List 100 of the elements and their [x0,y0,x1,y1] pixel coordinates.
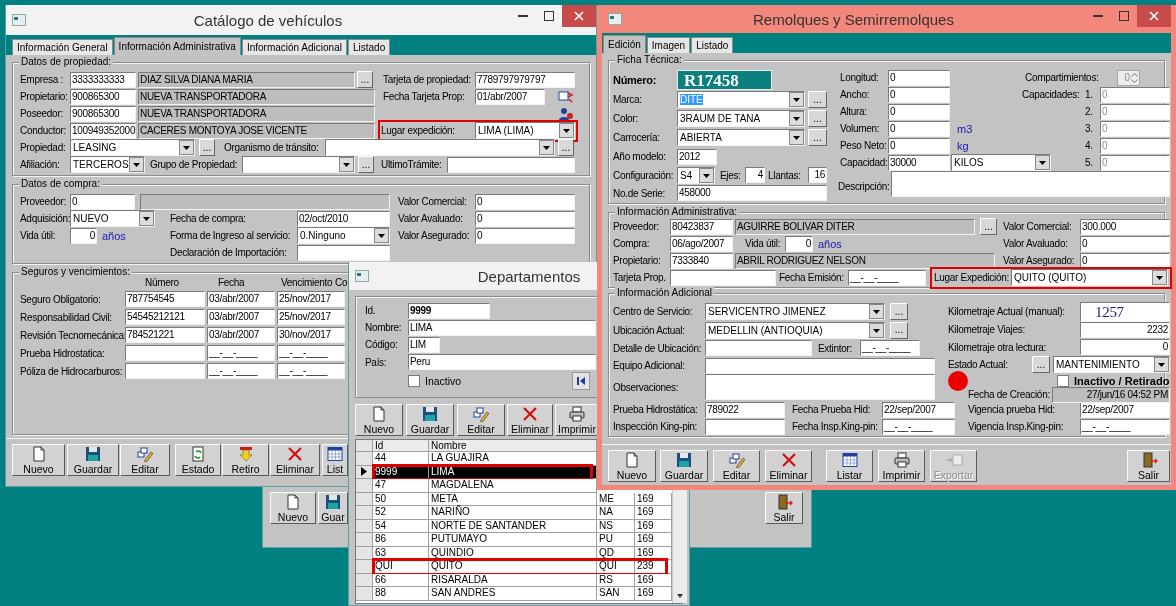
dropdown[interactable]: LIMA (LIMA) [475,122,575,139]
number-field[interactable]: 4 [745,167,765,183]
toolbar-button[interactable]: Eliminar [507,404,553,436]
browse-button[interactable]: ... [808,129,827,146]
text-field[interactable]: 06/ago/2007 [670,235,733,252]
toolbar-button[interactable]: Estado [175,444,221,476]
close-button[interactable] [562,5,596,27]
toolbar-button[interactable]: Nuevo [270,492,316,524]
text-field[interactable]: __-__-____ [277,363,345,379]
browse-button[interactable]: ... [558,139,574,156]
checkbox[interactable] [408,375,420,387]
scrollbar[interactable] [672,490,687,603]
table-row[interactable]: QUI QUITO QUI 239 [356,560,672,574]
text-field[interactable]: 0 [1080,235,1170,252]
checkbox[interactable] [1057,374,1069,387]
text-field[interactable] [125,363,205,379]
text-field[interactable]: 7333840 [670,252,733,269]
dropdown[interactable]: ABIERTA [677,129,805,146]
text-field[interactable]: 0 [1080,252,1170,269]
text-field[interactable]: 0 [475,227,575,244]
text-field[interactable]: 100949352000 [70,122,136,139]
text-field[interactable]: 22/sep/2007 [882,401,955,418]
text-field[interactable]: 03/abr/2007 [207,291,275,307]
text-field[interactable]: 7789797979797 [475,71,575,88]
dropdown[interactable]: TERCEROS [70,156,145,173]
tab[interactable]: Listado [347,39,391,55]
browse-button[interactable]: ... [1032,356,1050,373]
text-field[interactable]: 80423837 [670,218,733,235]
toolbar-button[interactable]: Listar [826,450,873,482]
toolbar-button[interactable]: Nuevo [355,404,403,436]
text-field[interactable]: 0 [888,103,950,120]
text-field[interactable]: LIM [408,336,440,353]
text-field[interactable]: 0 [70,193,135,210]
first-record-button[interactable] [572,372,590,390]
text-field[interactable]: 02/oct/2010 [297,210,390,227]
toolbar-button[interactable]: Salir [1127,450,1170,482]
toolbar-button[interactable]: Editar [120,444,170,476]
text-field[interactable]: 3333333333 [70,71,136,88]
text-field[interactable]: LIMA [408,319,596,336]
browse-button[interactable]: ... [980,218,997,235]
text-field[interactable] [705,340,812,356]
dropdown[interactable]: MANTENIMIENTO [1053,356,1170,373]
text-field[interactable]: 0 [888,120,950,137]
text-field[interactable] [125,345,205,361]
text-field[interactable]: 2012 [677,148,717,165]
text-field[interactable]: 01/abr/2007 [475,88,545,105]
text-field[interactable]: 900865300 [70,88,136,105]
toolbar-button[interactable]: List [322,444,348,476]
toolbar-button[interactable]: Eliminar [270,444,320,476]
text-field[interactable]: __-__-____ [207,363,275,379]
toolbar-button[interactable]: Imprimir [878,450,925,482]
text-field[interactable] [670,269,776,286]
tab[interactable]: Edición [603,35,646,53]
text-field[interactable]: __-__-____ [882,418,955,435]
browse-button[interactable]: ... [199,139,215,156]
text-field[interactable] [297,244,390,261]
text-field[interactable]: 03/abr/2007 [207,327,275,343]
text-field[interactable]: 0 [888,137,950,154]
text-field[interactable]: __-__-____ [860,340,920,356]
toolbar-button[interactable]: Nuevo [12,444,65,476]
dropdown[interactable]: S4 [677,166,715,184]
dropdown[interactable]: LEASING [70,139,195,156]
tab[interactable]: Información Administrativa [113,37,241,55]
text-field[interactable]: 03/abr/2007 [207,309,275,325]
toolbar-button[interactable]: Eliminar [765,450,812,482]
text-field[interactable]: 0 [475,210,575,227]
tab[interactable]: Listado [691,37,734,53]
toolbar-button[interactable]: Guardar [660,450,708,482]
browse-button[interactable]: ... [890,303,908,320]
toolbar-button[interactable]: Editar [457,404,505,436]
browse-button[interactable]: ... [808,110,827,127]
text-field[interactable]: __-__-____ [848,269,926,286]
table-row[interactable]: 9999 LIMA [356,465,597,479]
toolbar-button[interactable]: Imprimir [555,404,599,436]
dropdown[interactable] [325,139,555,156]
text-area[interactable] [891,171,1170,197]
text-field[interactable]: 784521221 [125,327,205,343]
text-area[interactable] [705,374,935,400]
text-field[interactable]: 0 [475,193,575,210]
toolbar-button[interactable]: Guar [318,492,348,524]
text-field[interactable]: 9999 [408,302,490,319]
dropdown[interactable]: MEDELLIN (ANTIOQUIA) [705,321,885,339]
table-row[interactable]: 88 SAN ANDRES SAN 169 [356,587,672,601]
dropdown[interactable]: 3RAUM DE TANA [677,110,805,127]
table-row[interactable]: 52 NARIÑO NA 169 [356,506,672,520]
toolbar-button[interactable]: Guardar [406,404,454,436]
toolbar-button[interactable]: Guardar [67,444,119,476]
odometer-field[interactable]: 1257 [1080,301,1170,322]
tab[interactable]: Información Adicional [241,39,347,55]
text-field[interactable]: 25/nov/2017 [277,291,345,307]
dropdown[interactable]: SERVICENTRO JIMENEZ [705,303,885,320]
tab[interactable]: Imagen [646,37,691,53]
text-field[interactable]: 25/nov/2017 [277,309,345,325]
browse-button[interactable]: ... [890,321,908,339]
text-field[interactable]: 458000 [677,185,827,201]
number-field[interactable]: 0 [1080,339,1170,355]
browse-button[interactable]: ... [358,156,374,173]
text-field[interactable]: __-__-____ [1080,418,1170,435]
text-field[interactable]: 789022 [705,401,785,418]
text-field[interactable]: 0 [888,69,950,86]
